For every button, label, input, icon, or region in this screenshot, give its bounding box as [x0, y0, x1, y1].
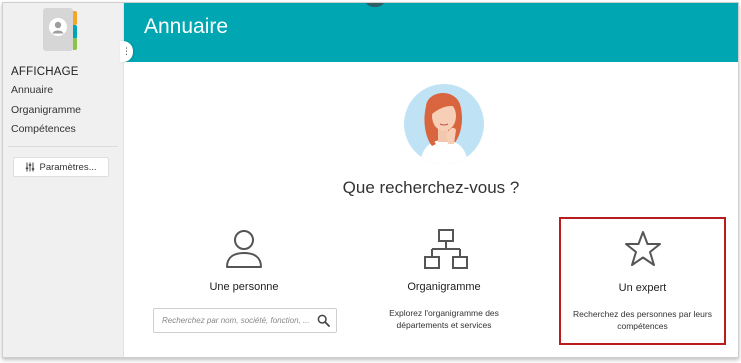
header-notch — [364, 3, 386, 7]
app-window: AFFICHAGE Annuaire Organigramme Compéten… — [2, 2, 739, 358]
contacts-book-icon — [43, 8, 77, 51]
sidebar-heading: AFFICHAGE — [11, 66, 79, 78]
option-org-description: Explorez l'organigramme des départements… — [389, 308, 499, 331]
option-person-title[interactable]: Une personne — [174, 281, 314, 293]
user-outline-icon[interactable] — [222, 227, 266, 271]
main-content: Que recherchez-vous ? Une personne Organ… — [124, 62, 738, 357]
sidebar-item-competences[interactable]: Compétences — [11, 123, 76, 135]
sidebar-item-organigramme[interactable]: Organigramme — [11, 104, 81, 116]
search-prompt: Que recherchez-vous ? — [342, 178, 520, 197]
settings-button[interactable]: Paramètres... — [13, 157, 109, 177]
search-icon[interactable] — [317, 314, 330, 327]
option-expert-description: Recherchez des personnes par leurs compé… — [573, 309, 712, 332]
option-org-title[interactable]: Organigramme — [374, 281, 514, 293]
person-search-box — [153, 308, 337, 333]
header: Annuaire — [124, 3, 738, 62]
org-chart-icon[interactable] — [424, 228, 468, 272]
woman-illustration — [404, 84, 484, 164]
option-expert-title: Un expert — [618, 282, 667, 294]
sliders-icon — [26, 162, 35, 172]
sidebar-item-annuaire[interactable]: Annuaire — [11, 84, 53, 96]
person-search-input[interactable] — [162, 309, 312, 332]
page-title: Annuaire — [144, 15, 229, 38]
settings-button-label: Paramètres... — [39, 161, 97, 173]
sidebar-divider — [8, 146, 118, 147]
sidebar: AFFICHAGE Annuaire Organigramme Compéten… — [3, 3, 124, 357]
menu-handle-icon: ⋮ — [122, 46, 131, 56]
option-expert-card[interactable]: Un expert Recherchez des personnes par l… — [559, 217, 726, 345]
star-outline-icon — [625, 231, 661, 266]
